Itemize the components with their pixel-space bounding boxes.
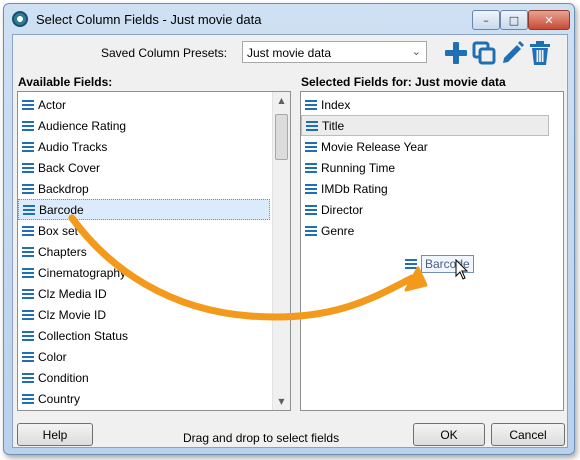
available-fields-heading: Available Fields: bbox=[18, 75, 113, 89]
hamburger-icon bbox=[22, 393, 34, 404]
list-item-label: Box set bbox=[38, 223, 79, 238]
hamburger-icon bbox=[22, 183, 34, 194]
drag-hint-text: Drag and drop to select fields bbox=[183, 431, 340, 445]
hamburger-icon bbox=[306, 120, 318, 131]
hamburger-icon bbox=[305, 225, 317, 236]
list-item[interactable]: Clz Movie ID bbox=[18, 304, 270, 325]
scrollbar-thumb[interactable] bbox=[275, 114, 288, 160]
list-item-label: Genre bbox=[321, 223, 355, 238]
list-item-label: Cinematography bbox=[38, 265, 127, 280]
selected-fields-list[interactable]: Genre Director IMDb Rating Running Time Movi… bbox=[300, 91, 564, 411]
list-item[interactable]: Cinematography bbox=[18, 262, 270, 283]
help-button[interactable]: Help bbox=[17, 423, 93, 446]
list-item-label: IMDb Rating bbox=[321, 181, 388, 196]
list-item-label: Color bbox=[38, 349, 67, 364]
drag-ghost-label: Barcode bbox=[421, 255, 474, 273]
list-item-label: Audio Tracks bbox=[38, 139, 108, 154]
window-title: Select Column Fields - Just movie data bbox=[36, 12, 262, 27]
list-item-label: Running Time bbox=[321, 160, 396, 175]
selected-fields-heading: Selected Fields for: Just movie data bbox=[301, 75, 506, 89]
hamburger-icon bbox=[22, 246, 34, 257]
list-item[interactable]: Barcode bbox=[18, 199, 270, 220]
list-item-label: Chapters bbox=[38, 244, 87, 259]
list-item[interactable]: IMDb Rating bbox=[301, 178, 549, 199]
available-fields-list[interactable]: Current Value Country Condition Color Collec… bbox=[17, 91, 291, 411]
list-item[interactable]: Color bbox=[18, 346, 270, 367]
list-item-label: Collection Status bbox=[38, 328, 129, 343]
presets-label: Saved Column Presets: bbox=[101, 46, 228, 60]
list-item[interactable]: Condition bbox=[18, 367, 270, 388]
list-item[interactable]: Running Time bbox=[301, 157, 549, 178]
title-bar[interactable]: Select Column Fields - Just movie data –… bbox=[4, 4, 574, 34]
scroll-down-icon[interactable]: ▼ bbox=[273, 393, 290, 410]
presets-value: Just movie data bbox=[247, 46, 332, 60]
hamburger-icon bbox=[22, 225, 34, 236]
list-item[interactable]: Audio Tracks bbox=[18, 136, 270, 157]
maximize-button[interactable]: □ bbox=[500, 10, 528, 30]
available-list-scrollbar[interactable]: ▲ ▼ bbox=[272, 92, 290, 410]
drag-ghost: Barcode bbox=[401, 255, 474, 273]
list-item-label: Actor bbox=[38, 97, 67, 112]
list-item[interactable]: Back Cover bbox=[18, 157, 270, 178]
delete-icon[interactable] bbox=[527, 40, 553, 66]
hamburger-icon bbox=[22, 351, 34, 362]
close-button[interactable]: ✕ bbox=[528, 10, 570, 30]
list-item-label: Backdrop bbox=[38, 181, 89, 196]
hamburger-icon bbox=[305, 183, 317, 194]
list-item[interactable]: Collection Status bbox=[18, 325, 270, 346]
list-item-label: Back Cover bbox=[38, 160, 101, 175]
scroll-up-icon[interactable]: ▲ bbox=[273, 92, 290, 109]
dialog-body: Saved Column Presets: Just movie data ⌄ … bbox=[12, 34, 568, 448]
cancel-button[interactable]: Cancel bbox=[491, 423, 565, 446]
list-item-label: Director bbox=[321, 202, 364, 217]
list-item-label: Clz Media ID bbox=[38, 286, 107, 301]
hamburger-icon bbox=[405, 259, 417, 269]
presets-dropdown[interactable]: Just movie data ⌄ bbox=[242, 41, 427, 63]
list-item-label: Audience Rating bbox=[38, 118, 127, 133]
list-item[interactable]: Director bbox=[301, 199, 549, 220]
hamburger-icon bbox=[22, 120, 34, 131]
hamburger-icon bbox=[22, 372, 34, 383]
duplicate-icon[interactable] bbox=[471, 40, 497, 66]
dialog-window: Select Column Fields - Just movie data –… bbox=[3, 3, 575, 455]
add-icon[interactable] bbox=[443, 40, 469, 66]
hamburger-icon bbox=[305, 141, 317, 152]
list-item-label: Index bbox=[321, 97, 351, 112]
list-item[interactable]: Current Value bbox=[18, 409, 270, 410]
hamburger-icon bbox=[22, 162, 34, 173]
list-item-label: Country bbox=[38, 391, 81, 406]
minimize-button[interactable]: – bbox=[472, 10, 500, 30]
list-item[interactable]: Audience Rating bbox=[18, 115, 270, 136]
app-logo-icon bbox=[12, 11, 28, 27]
list-item-label: Condition bbox=[38, 370, 89, 385]
list-item[interactable]: Clz Media ID bbox=[18, 283, 270, 304]
hamburger-icon bbox=[22, 267, 34, 278]
hamburger-icon bbox=[22, 330, 34, 341]
hamburger-icon bbox=[22, 288, 34, 299]
list-item-label: Clz Movie ID bbox=[38, 307, 107, 322]
list-item[interactable]: Title bbox=[301, 115, 549, 136]
list-item[interactable]: Actor bbox=[18, 94, 270, 115]
list-item-label: Title bbox=[322, 118, 345, 133]
list-item[interactable]: Chapters bbox=[18, 241, 270, 262]
edit-icon[interactable] bbox=[499, 40, 525, 66]
hamburger-icon bbox=[22, 309, 34, 320]
hamburger-icon bbox=[22, 99, 34, 110]
hamburger-icon bbox=[305, 162, 317, 173]
list-item[interactable]: Country bbox=[18, 388, 270, 409]
chevron-down-icon: ⌄ bbox=[411, 45, 421, 58]
list-item[interactable]: Backdrop bbox=[18, 178, 270, 199]
hamburger-icon bbox=[305, 99, 317, 110]
list-item-label: Movie Release Year bbox=[321, 139, 428, 154]
hamburger-icon bbox=[22, 141, 34, 152]
ok-button[interactable]: OK bbox=[413, 423, 485, 446]
list-item[interactable]: Box set bbox=[18, 220, 270, 241]
list-item[interactable]: Genre bbox=[301, 220, 549, 241]
list-item[interactable]: Movie Release Year bbox=[301, 136, 549, 157]
list-item-label: Barcode bbox=[39, 202, 84, 217]
list-item[interactable]: Index bbox=[301, 94, 549, 115]
hamburger-icon bbox=[23, 204, 35, 215]
hamburger-icon bbox=[305, 204, 317, 215]
